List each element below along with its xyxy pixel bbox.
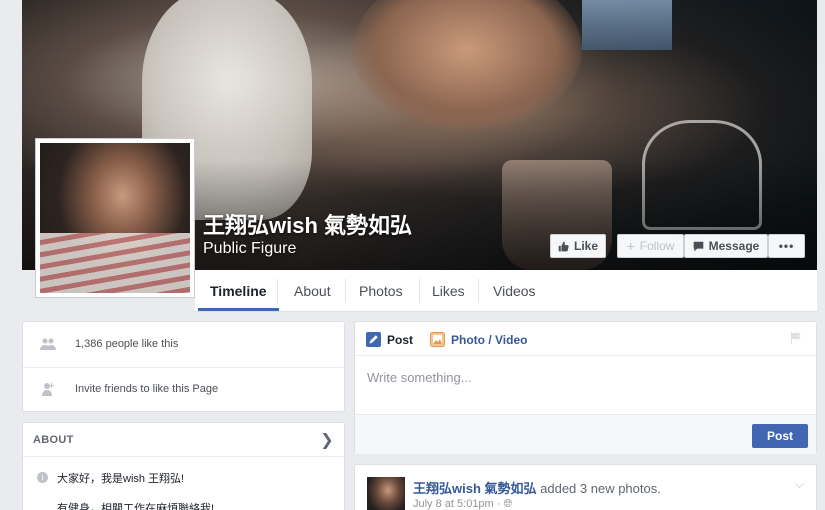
chevron-right-icon: ❯ [320, 431, 334, 449]
post-composer: Post Photo / Video Write something... Po… [354, 321, 817, 454]
feed-author-link[interactable]: 王翔弘wish 氣勢如弘 [413, 481, 537, 496]
globe-icon: 🌐︎ [503, 498, 513, 510]
message-label: Message [708, 239, 760, 253]
tab-timeline[interactable]: Timeline [198, 270, 279, 311]
follow-label: Follow [639, 239, 675, 253]
tab-videos[interactable]: Videos [481, 270, 548, 311]
cover-background-screen [582, 0, 672, 50]
photo-icon [430, 332, 445, 347]
likes-count-text: 1,386 people like this [75, 338, 179, 350]
plus-icon: + [626, 238, 635, 254]
feed-story: 王翔弘wish 氣勢如弘 added 3 new photos. July 8 … [354, 464, 817, 510]
invite-friends-text: Invite friends to like this Page [75, 383, 219, 395]
people-icon [39, 337, 57, 351]
composer-tabs: Post Photo / Video [355, 322, 816, 356]
tab-photos[interactable]: Photos [347, 270, 415, 311]
feed-timestamp[interactable]: July 8 at 5:01pm · 🌐︎ [413, 498, 512, 510]
message-button[interactable]: Message [684, 234, 768, 258]
page-tabs: Timeline About Photos Likes Videos [195, 270, 817, 312]
likes-card: 1,386 people like this Invite friends to… [22, 321, 345, 412]
about-header[interactable]: ABOUT ❯ [23, 423, 344, 457]
like-label: Like [573, 239, 598, 253]
chevron-down-icon[interactable]: ⌵ [795, 477, 804, 492]
feed-action-text: added 3 new photos. [540, 481, 661, 496]
add-person-icon [39, 382, 57, 396]
tab-likes[interactable]: Likes [420, 270, 477, 311]
follow-button[interactable]: + Follow [617, 234, 684, 258]
tab-divider [277, 279, 278, 303]
tab-about[interactable]: About [282, 270, 343, 311]
feed-story-title: 王翔弘wish 氣勢如弘 added 3 new photos. [413, 478, 661, 497]
avatar[interactable] [367, 477, 405, 510]
about-card: ABOUT ❯ i 大家好，我是wish 王翔弘! 有健身，相關工作在麻煩聯絡我… [22, 422, 345, 510]
pencil-icon [366, 332, 381, 347]
tab-divider [345, 279, 346, 303]
more-icon: ••• [778, 239, 795, 253]
composer-tab-photo-label: Photo / Video [451, 332, 528, 347]
profile-picture-image [40, 143, 190, 293]
likes-count-row[interactable]: 1,386 people like this [39, 337, 178, 351]
cover-face [352, 0, 582, 130]
profile-picture[interactable] [35, 138, 195, 298]
post-button[interactable]: Post [752, 424, 808, 448]
tab-divider [478, 279, 479, 303]
page-category[interactable]: Public Figure [203, 240, 296, 258]
composer-input[interactable]: Write something... [367, 370, 472, 385]
flag-icon[interactable] [790, 332, 802, 344]
composer-footer: Post [355, 414, 816, 454]
composer-tab-photo-video[interactable]: Photo / Video [430, 332, 527, 347]
composer-tab-post[interactable]: Post [366, 332, 413, 347]
page-title[interactable]: 王翔弘wish 氣勢如弘 [203, 208, 412, 240]
info-icon: i [37, 472, 48, 483]
about-description-line2: 有健身，相關工作在麻煩聯絡我! [57, 503, 215, 510]
thumbs-up-icon [558, 241, 569, 251]
like-button[interactable]: Like [550, 234, 606, 258]
more-options-button[interactable]: ••• [768, 234, 805, 258]
about-title: ABOUT [33, 433, 74, 446]
divider [23, 367, 344, 368]
profile-shirt-stripes [40, 233, 190, 293]
message-icon [693, 241, 703, 251]
composer-tab-post-label: Post [387, 332, 414, 347]
feed-time-text: July 8 at 5:01pm · [413, 498, 504, 510]
invite-friends-row[interactable]: Invite friends to like this Page [39, 382, 218, 396]
about-description-line1: 大家好，我是wish 王翔弘! [57, 473, 185, 485]
